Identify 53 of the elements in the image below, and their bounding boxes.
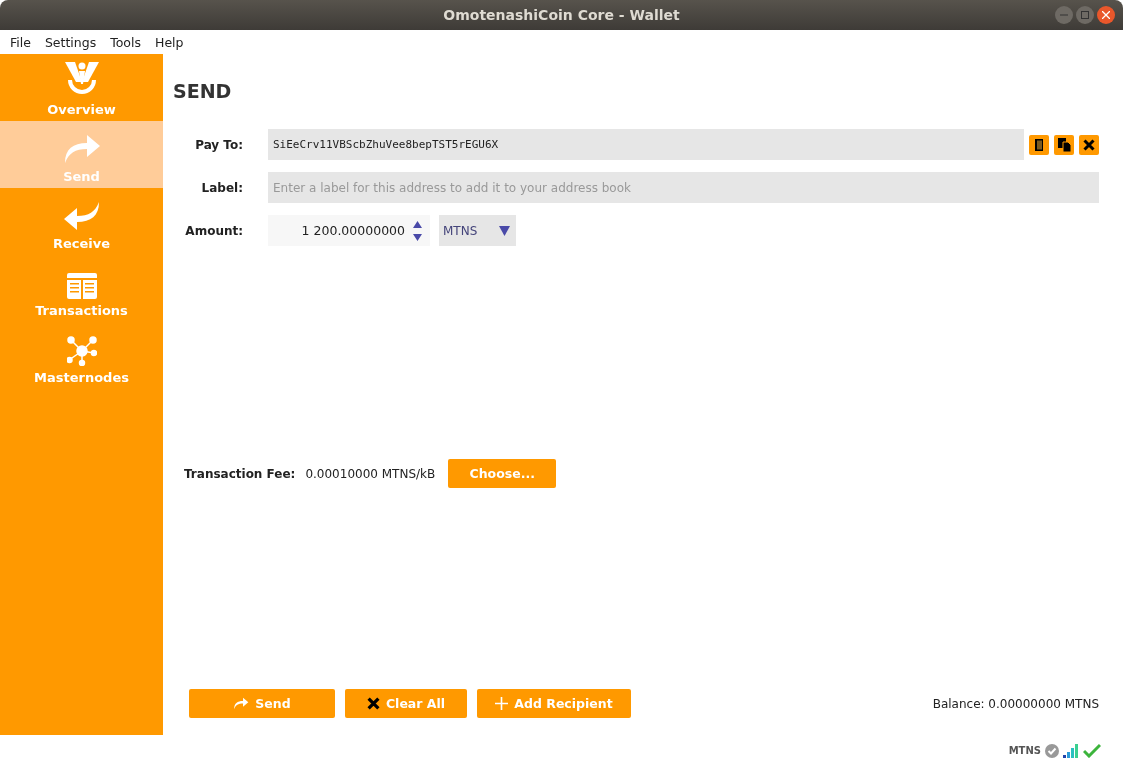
sidebar-item[interactable]: Receive	[0, 188, 163, 255]
clear-all-button[interactable]: Clear All	[345, 689, 467, 718]
send-button[interactable]: Send	[189, 689, 335, 718]
dropdown-arrow-icon	[499, 225, 510, 236]
book-icon	[1034, 138, 1044, 151]
check-circle-icon	[1045, 743, 1059, 758]
fee-value: 0.00010000 MTNS/kB	[305, 466, 436, 481]
spin-arrows-icon	[413, 219, 422, 242]
paste-button[interactable]	[1054, 134, 1074, 155]
sidebar-label: Overview	[47, 102, 116, 117]
choose-fee-button[interactable]: Choose...	[448, 459, 557, 488]
page-heading: SEND	[173, 80, 233, 102]
arrow-icon	[62, 133, 101, 165]
menu-item[interactable]: File	[10, 34, 31, 50]
arrow-icon	[233, 697, 250, 710]
close-icon	[1083, 138, 1095, 151]
minimize-icon	[1060, 11, 1068, 19]
add-recipient-button[interactable]: Add Recipient	[477, 689, 631, 718]
close-button[interactable]	[1097, 6, 1115, 24]
network-icon	[66, 336, 97, 366]
paste-icon	[1057, 137, 1071, 152]
address-book-button[interactable]	[1029, 134, 1049, 155]
fee-label: Transaction Fee:	[184, 466, 296, 481]
close-icon	[366, 697, 380, 710]
checkmark-icon	[1083, 743, 1101, 758]
sidebar-label: Transactions	[35, 303, 128, 318]
signal-icon	[1063, 743, 1079, 758]
menu-item[interactable]: Settings	[44, 34, 97, 50]
unit-label: MTNS	[1008, 745, 1041, 756]
sidebar-item[interactable]: Transactions	[0, 255, 163, 322]
sidebar-item[interactable]: Overview	[0, 54, 163, 121]
window-title: OmotenashiCoin Core - Wallet	[443, 7, 680, 23]
address-field[interactable]: SiEeCrv11VBScbZhuVee8bepTST5rEGU6X	[268, 129, 1024, 160]
sidebar-item[interactable]: Masternodes	[0, 322, 163, 389]
sidebar-item[interactable]: Send	[0, 121, 163, 188]
arrow-icon	[62, 200, 101, 232]
balance-text: Balance: 0.00000000 MTNS	[932, 696, 1099, 711]
label-field[interactable]: Enter a label for this address to add it to your address book	[268, 172, 1099, 203]
unit-dropdown[interactable]: MTNS	[439, 215, 516, 246]
ledger-icon	[66, 273, 97, 299]
menu-item[interactable]: Tools	[110, 34, 141, 50]
field-label: Pay To:	[194, 137, 244, 152]
menu-item[interactable]: Help	[155, 34, 184, 50]
close-icon	[1102, 11, 1110, 19]
plus-icon	[495, 697, 509, 710]
field-label: Label:	[200, 180, 244, 195]
sidebar-label: Masternodes	[34, 370, 129, 385]
maximize-icon	[1081, 11, 1089, 19]
field-label: Amount:	[184, 223, 244, 238]
amount-field[interactable]: 1 200.00000000	[268, 215, 430, 246]
clear-button[interactable]	[1079, 134, 1099, 155]
sidebar-label: Send	[63, 169, 100, 184]
sidebar-label: Receive	[52, 236, 111, 251]
